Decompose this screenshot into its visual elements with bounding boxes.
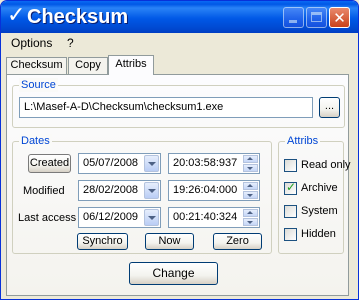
- created-date-value: 05/07/2008: [83, 157, 139, 169]
- spin-up-icon[interactable]: [243, 155, 258, 163]
- close-icon: ✕: [333, 9, 346, 27]
- created-time-spinner[interactable]: [243, 155, 258, 172]
- created-time-value: 20:03:58:937: [173, 157, 238, 169]
- tab-checksum[interactable]: Checksum: [6, 57, 67, 74]
- archive-label[interactable]: Archive: [301, 182, 338, 194]
- dates-group: Dates Created 05/07/2008 20:03:58:937 Mo…: [12, 134, 272, 254]
- chevron-down-icon[interactable]: [144, 155, 159, 172]
- menu-options[interactable]: Options: [11, 36, 52, 50]
- window-title: Checksum: [27, 6, 129, 28]
- system-label[interactable]: System: [301, 205, 338, 217]
- spin-up-icon[interactable]: [243, 209, 258, 217]
- menu-help[interactable]: ?: [67, 36, 74, 50]
- modified-date-value: 28/02/2008: [83, 184, 139, 196]
- last-access-date-value: 06/12/2009: [83, 211, 139, 223]
- spin-down-icon[interactable]: [243, 218, 258, 226]
- checkmark-icon: ✓: [7, 3, 26, 28]
- dates-legend: Dates: [19, 134, 52, 148]
- created-time-field[interactable]: 20:03:58:937: [168, 153, 260, 174]
- read-only-checkbox[interactable]: [284, 159, 297, 172]
- attribs-panel: Source L:\Masef-A-D\Checksum\checksum1.e…: [6, 74, 351, 296]
- chevron-down-icon[interactable]: [144, 182, 159, 199]
- modified-time-spinner[interactable]: [243, 182, 258, 199]
- attribs-legend: Attribs: [285, 134, 321, 148]
- now-button[interactable]: Now: [145, 233, 194, 250]
- menu-bar: Options ?: [1, 34, 358, 52]
- change-button[interactable]: Change: [129, 262, 218, 285]
- close-button[interactable]: ✕: [329, 7, 350, 28]
- modified-date-select[interactable]: 28/02/2008: [78, 180, 161, 201]
- attribs-group: Attribs Read only ✓ Archive System Hidde…: [278, 134, 351, 254]
- maximize-button[interactable]: [306, 7, 327, 28]
- source-path-field[interactable]: L:\Masef-A-D\Checksum\checksum1.exe: [19, 97, 313, 118]
- archive-checkbox[interactable]: ✓: [284, 180, 297, 195]
- synchro-button[interactable]: Synchro: [77, 233, 128, 250]
- source-group: Source L:\Masef-A-D\Checksum\checksum1.e…: [12, 78, 345, 128]
- last-access-time-spinner[interactable]: [243, 209, 258, 226]
- checksum-window: ✓ Checksum ✕ Options ? Checksum Copy Att…: [0, 0, 359, 300]
- source-legend: Source: [19, 78, 58, 92]
- spin-up-icon[interactable]: [243, 182, 258, 190]
- read-only-label[interactable]: Read only: [301, 159, 351, 171]
- system-checkbox[interactable]: [284, 205, 297, 218]
- spin-down-icon[interactable]: [243, 191, 258, 199]
- last-access-date-select[interactable]: 06/12/2009: [78, 207, 161, 228]
- zero-button[interactable]: Zero: [213, 233, 262, 250]
- last-access-label: Last access: [18, 212, 77, 224]
- maximize-icon: [311, 12, 322, 22]
- hidden-checkbox[interactable]: [284, 228, 297, 241]
- last-access-time-value: 00:21:40:324: [173, 211, 238, 223]
- last-access-time-field[interactable]: 00:21:40:324: [168, 207, 260, 228]
- hidden-label[interactable]: Hidden: [301, 228, 336, 240]
- created-date-select[interactable]: 05/07/2008: [78, 153, 161, 174]
- modified-time-value: 19:26:04:000: [173, 184, 238, 196]
- modified-label: Modified: [23, 185, 65, 197]
- created-button[interactable]: Created: [28, 154, 71, 173]
- tab-attribs[interactable]: Attribs: [108, 55, 154, 75]
- minimize-button[interactable]: [283, 7, 304, 28]
- minimize-icon: [289, 20, 297, 23]
- modified-time-field[interactable]: 19:26:04:000: [168, 180, 260, 201]
- browse-button[interactable]: ...: [319, 97, 340, 118]
- chevron-down-icon[interactable]: [144, 209, 159, 226]
- check-icon: ✓: [286, 180, 297, 194]
- title-bar[interactable]: ✓ Checksum ✕: [1, 1, 358, 33]
- spin-down-icon[interactable]: [243, 164, 258, 172]
- tab-copy[interactable]: Copy: [68, 57, 108, 74]
